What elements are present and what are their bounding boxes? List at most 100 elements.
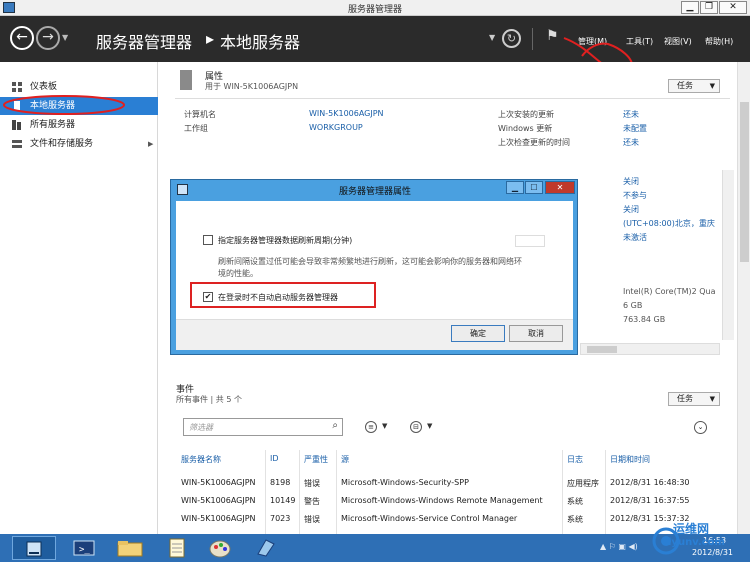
scrollbar-thumb[interactable] — [740, 102, 749, 262]
chevron-down-icon[interactable]: ▼ — [427, 422, 432, 430]
workgroup-link[interactable]: WORKGROUP — [309, 123, 363, 132]
tasks-label: 任务 — [677, 394, 693, 403]
file-explorer-icon[interactable] — [108, 536, 152, 560]
property-value-link[interactable]: 不参与 — [623, 190, 647, 201]
cell-source: Microsoft-Windows-Windows Remote Managem… — [341, 496, 543, 505]
forward-button[interactable]: → — [36, 26, 60, 50]
filter-input[interactable]: 筛选器 ⌕ — [183, 418, 343, 436]
cancel-button[interactable]: 取消 — [509, 325, 563, 342]
cell-id: 7023 — [270, 514, 291, 523]
processor-value: Intel(R) Core(TM)2 Qua — [623, 287, 716, 296]
watermark-url: iyunv.com — [668, 537, 725, 548]
property-value-link[interactable]: 关闭 — [623, 176, 639, 187]
header-bar: ← → ▼ 服务器管理器 ▸ 本地服务器 ▼ ↻ ⚑ 管理(M) 工具(T) 视… — [0, 16, 750, 74]
sidebar-item-all-servers[interactable]: 所有服务器 — [0, 116, 158, 134]
dialog-maximize-button[interactable]: ☐ — [525, 181, 543, 194]
properties-horizontal-scrollbar[interactable] — [580, 343, 720, 355]
refresh-period-checkbox[interactable] — [203, 235, 213, 245]
arrow-right-icon: → — [42, 29, 54, 45]
list-options-icon[interactable]: ≡ — [365, 421, 377, 433]
sidebar-item-label: 本地服务器 — [30, 101, 76, 111]
column-header-server[interactable]: 服务器名称 — [181, 454, 221, 465]
breadcrumb-local-server: 本地服务器 — [220, 33, 301, 52]
menu-help[interactable]: 帮助(H) — [705, 36, 733, 47]
history-dropdown-icon[interactable]: ▼ — [62, 33, 68, 42]
cell-log: 应用程序 — [567, 479, 599, 488]
column-header-id[interactable]: ID — [270, 454, 279, 463]
filter-placeholder: 筛选器 — [189, 423, 213, 432]
last-check-label: 上次检查更新的时间 — [498, 138, 570, 147]
refresh-period-input[interactable] — [515, 235, 545, 247]
application-icon[interactable] — [244, 536, 288, 560]
properties-tasks-dropdown[interactable]: 任务 ▼ — [668, 79, 720, 93]
save-query-icon[interactable]: ⊟ — [410, 421, 422, 433]
windows-update-link[interactable]: 未配置 — [623, 123, 647, 134]
maximize-button[interactable]: ❐ — [700, 1, 718, 14]
refresh-icon[interactable]: ↻ — [502, 29, 521, 48]
menu-view[interactable]: 视图(V) — [664, 36, 692, 47]
events-tasks-dropdown[interactable]: 任务 ▼ — [668, 392, 720, 406]
dialog-minimize-button[interactable]: ▁ — [506, 181, 524, 194]
activation-link[interactable]: 未激活 — [623, 232, 647, 243]
system-tray-icons[interactable]: ▲ ⚐ ▣ ◀) — [600, 542, 638, 551]
properties-dialog: 服务器管理器属性 ▁ ☐ ✕ 指定服务器管理器数据刷新周期(分钟) 刷新间隔设置… — [170, 179, 578, 355]
cell-source: Microsoft-Windows-Service Control Manage… — [341, 514, 518, 523]
cell-id: 10149 — [270, 496, 296, 505]
breadcrumb-server-manager[interactable]: 服务器管理器 — [96, 29, 192, 53]
last-updates-link[interactable]: 还未 — [623, 109, 639, 120]
cell-log: 系统 — [567, 515, 583, 524]
properties-subtitle: 用于 WIN-5K1006AGJPN — [205, 82, 299, 91]
column-header-datetime[interactable]: 日期和时间 — [610, 454, 650, 465]
chevron-right-icon[interactable]: ▶ — [148, 135, 153, 153]
back-button[interactable]: ← — [10, 26, 34, 50]
cell-server: WIN-5K1006AGJPN — [181, 478, 256, 487]
menu-tools[interactable]: 工具(T) — [626, 36, 653, 47]
close-button[interactable]: ✕ — [719, 1, 747, 14]
tasks-label: 任务 — [677, 81, 693, 90]
notepad-icon[interactable] — [155, 536, 199, 560]
expand-collapse-icon[interactable]: ⌄ — [694, 421, 707, 434]
storage-icon — [12, 140, 22, 148]
servers-icon — [12, 120, 21, 130]
watermark-text: 运维网 — [673, 522, 710, 536]
column-header-severity[interactable]: 严重性 — [304, 454, 328, 465]
window-titlebar: 服务器管理器 ▁ ❐ ✕ — [0, 0, 750, 16]
sidebar-item-label: 文件和存储服务 — [30, 139, 94, 149]
sidebar-item-dashboard[interactable]: 仪表板 — [0, 78, 158, 96]
dialog-close-button[interactable]: ✕ — [545, 181, 575, 194]
cell-severity: 错误 — [304, 479, 320, 488]
sidebar-item-local-server[interactable]: 本地服务器 — [0, 97, 158, 115]
header-divider — [532, 28, 533, 50]
computer-name-label: 计算机名 — [184, 110, 216, 119]
cell-server: WIN-5K1006AGJPN — [181, 514, 256, 523]
sidebar-item-file-storage[interactable]: 文件和存储服务 ▶ — [0, 135, 158, 153]
scrollbar-thumb[interactable] — [587, 346, 617, 353]
computer-name-link[interactable]: WIN-5K1006AGJPN — [309, 109, 384, 118]
chevron-down-icon[interactable]: ▼ — [382, 422, 387, 430]
dashboard-icon — [12, 82, 22, 92]
search-icon[interactable]: ⌕ — [332, 420, 338, 431]
cell-id: 8198 — [270, 478, 291, 487]
column-divider — [562, 450, 563, 534]
menu-manage[interactable]: 管理(M) — [578, 36, 607, 47]
column-divider — [336, 450, 337, 534]
column-header-source[interactable]: 源 — [341, 454, 349, 465]
last-check-link[interactable]: 还未 — [623, 137, 639, 148]
arrow-left-icon: ← — [16, 29, 28, 45]
server-properties-icon — [180, 70, 192, 90]
paint-icon[interactable] — [198, 536, 242, 560]
powershell-icon[interactable]: >_ — [62, 536, 106, 560]
property-value-link[interactable]: 关闭 — [623, 204, 639, 215]
header-dropdown-icon[interactable]: ▼ — [489, 33, 495, 42]
timezone-link[interactable]: (UTC+08:00)北京，重庆 — [623, 218, 715, 229]
dialog-body: 指定服务器管理器数据刷新周期(分钟) 刷新间隔设置过低可能会导致非常频繁地进行刷… — [176, 201, 573, 350]
minimize-button[interactable]: ▁ — [681, 1, 699, 14]
cell-datetime: 2012/8/31 16:48:30 — [610, 478, 690, 487]
ok-button[interactable]: 确定 — [451, 325, 505, 342]
autostart-checkbox[interactable]: ✔ — [203, 292, 213, 302]
server-manager-taskbar-icon[interactable] — [12, 536, 56, 560]
main-scrollbar[interactable] — [737, 62, 750, 534]
column-header-log[interactable]: 日志 — [567, 454, 583, 465]
properties-scrollbar[interactable] — [722, 170, 734, 340]
notifications-flag-icon[interactable]: ⚑ — [546, 28, 559, 44]
